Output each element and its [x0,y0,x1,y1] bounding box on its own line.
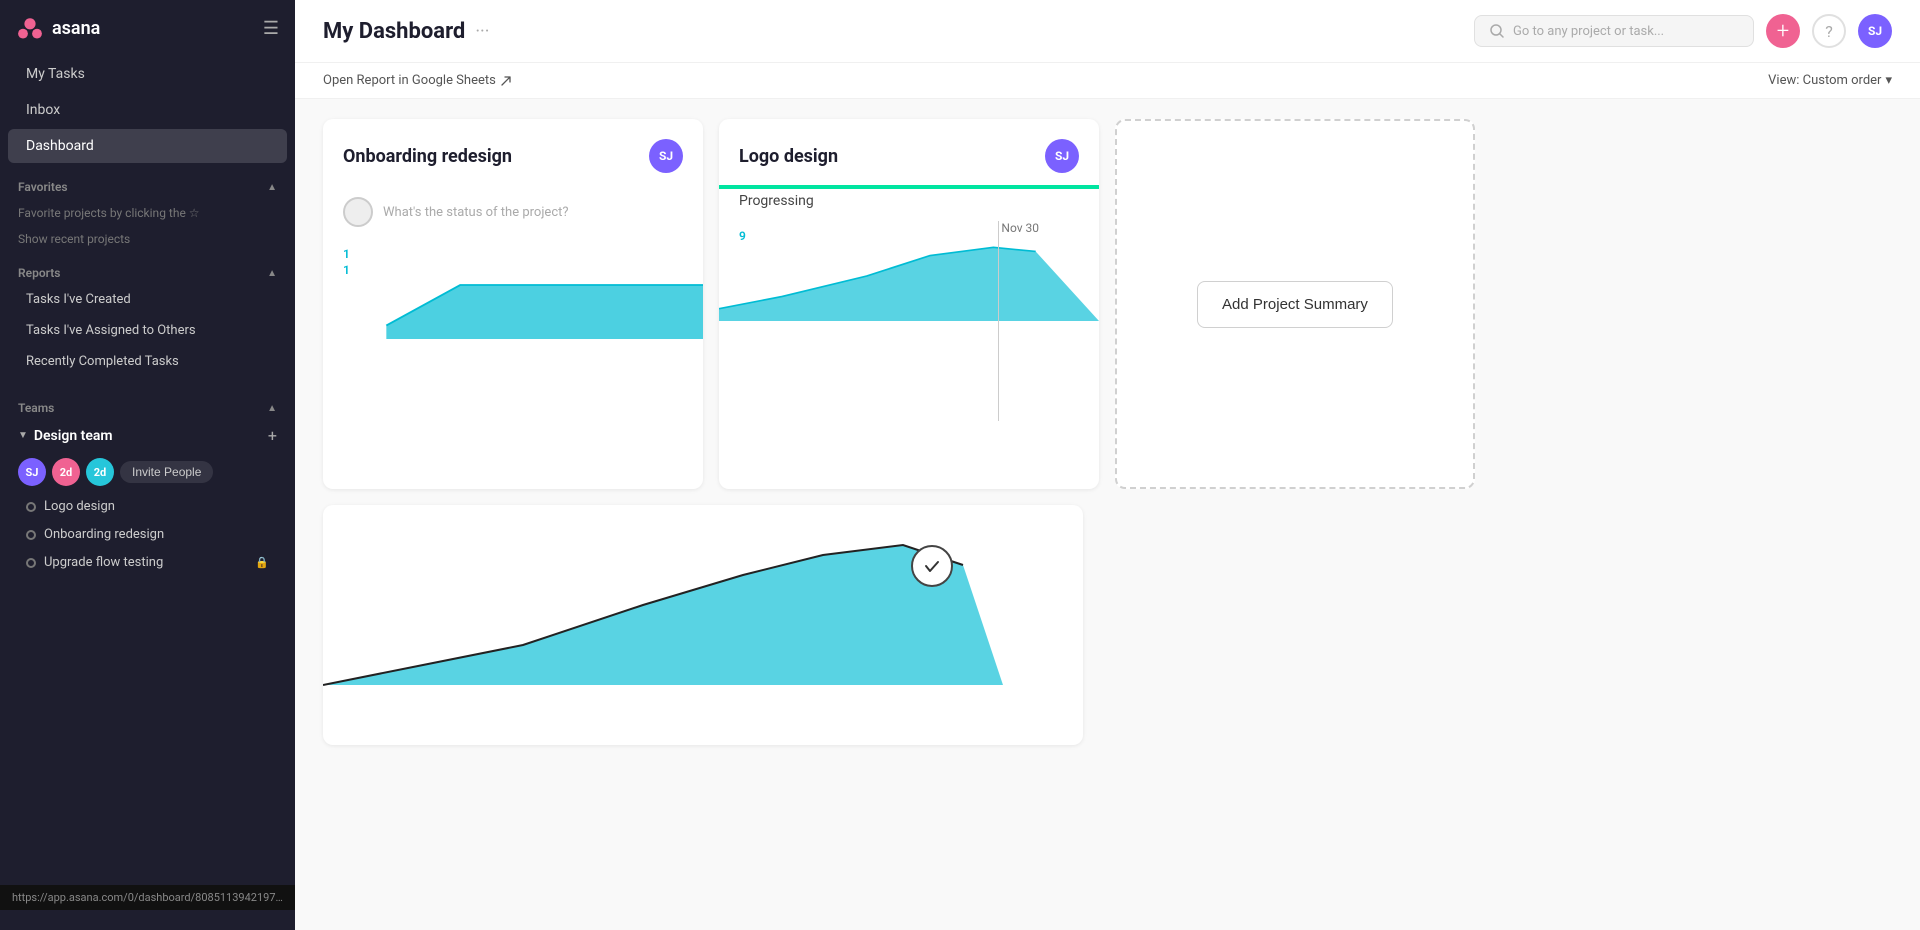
design-team-label: Design team [34,428,113,444]
reports-toggle-icon[interactable]: ▲ [267,268,277,279]
project-dot-upgrade-flow [26,558,36,568]
onboarding-chart-numbers: 1 1 [343,247,350,277]
dashboard-label: Dashboard [26,138,94,154]
sidebar-header: asana ☰ [0,0,295,56]
logo-design-chart-numbers: 9 [739,229,746,243]
avatar-sj: SJ [18,458,46,486]
favorites-toggle-icon[interactable]: ▲ [267,182,277,193]
logo-design-label: Logo design [44,499,115,514]
logo-design-card-avatar[interactable]: SJ [1045,139,1079,173]
onboarding-card-title: Onboarding redesign [343,146,512,167]
sidebar-item-my-tasks[interactable]: My Tasks [8,57,287,91]
status-circle [343,197,373,227]
status-bar: https://app.asana.com/0/dashboard/808511… [0,885,295,910]
onboarding-card: Onboarding redesign SJ What's the status… [323,119,703,489]
avatar-2d-1: 2d [52,458,80,486]
lock-icon: 🔒 [255,556,269,569]
design-team-left: ▼ Design team [18,428,113,444]
cards-row-2 [323,505,1892,745]
asana-logo-icon [16,14,44,42]
onboarding-card-avatar[interactable]: SJ [649,139,683,173]
recently-completed-label: Recently Completed Tasks [26,354,179,369]
onboarding-card-header: Onboarding redesign SJ [323,119,703,185]
logo-design-card-title: Logo design [739,146,838,167]
checkmark-icon [922,556,942,576]
tasks-created-label: Tasks I've Created [26,292,131,307]
cards-row: Onboarding redesign SJ What's the status… [323,119,1892,489]
chart-num-1: 1 [343,247,350,261]
view-order-button[interactable]: View: Custom order ▾ [1768,73,1892,88]
onboarding-status-placeholder: What's the status of the project? [383,205,569,220]
show-recent-projects-link[interactable]: Show recent projects [0,228,295,250]
search-placeholder: Go to any project or task... [1513,24,1664,39]
logo-design-card: Logo design SJ Progressing Nov 30 9 [719,119,1099,489]
favorites-hint: Favorite projects by clicking the ☆ [0,198,295,228]
search-icon [1489,23,1505,39]
help-button[interactable]: ? [1812,14,1846,48]
asana-logo[interactable]: asana [16,14,100,42]
sidebar-project-onboarding[interactable]: Onboarding redesign [8,521,287,548]
logo-design-card-header: Logo design SJ [719,119,1099,185]
avatar-2d-2: 2d [86,458,114,486]
onboarding-label: Onboarding redesign [44,527,164,542]
dashboard-area: Onboarding redesign SJ What's the status… [295,99,1920,930]
onboarding-chart-svg [323,249,703,339]
collapse-sidebar-icon[interactable]: ☰ [263,18,279,39]
wide-chart-card [323,505,1083,745]
sidebar-item-tasks-assigned[interactable]: Tasks I've Assigned to Others [8,316,287,345]
chart-num-9: 9 [739,229,746,243]
add-project-summary-button[interactable]: Add Project Summary [1197,281,1393,328]
header-right: Go to any project or task... + ? SJ [1474,14,1892,48]
main-title-row: My Dashboard ··· [323,19,489,44]
main-header: My Dashboard ··· Go to any project or ta… [295,0,1920,63]
chevron-down-icon: ▾ [1885,73,1892,88]
sidebar-item-inbox[interactable]: Inbox [8,93,287,127]
add-to-design-team-icon[interactable]: + [268,426,277,445]
external-link-icon [500,75,512,87]
teams-toggle-icon[interactable]: ▲ [267,403,277,414]
main-content: My Dashboard ··· Go to any project or ta… [295,0,1920,930]
wide-chart-svg [323,505,1083,705]
sub-header: Open Report in Google Sheets View: Custo… [295,63,1920,99]
sidebar-project-logo-design[interactable]: Logo design [8,493,287,520]
onboarding-status-input[interactable]: What's the status of the project? [323,185,703,239]
add-button[interactable]: + [1766,14,1800,48]
teams-label: Teams [18,401,54,415]
sidebar-item-recently-completed[interactable]: Recently Completed Tasks [8,347,287,376]
user-avatar-header[interactable]: SJ [1858,14,1892,48]
design-team-row[interactable]: ▼ Design team + [0,419,295,452]
sidebar-item-dashboard[interactable]: Dashboard [8,129,287,163]
upgrade-flow-label: Upgrade flow testing [44,555,163,570]
inbox-label: Inbox [26,102,60,118]
chart-num-2: 1 [343,263,350,277]
project-dot-onboarding [26,530,36,540]
sidebar-project-upgrade-flow[interactable]: Upgrade flow testing 🔒 [8,549,287,576]
search-bar[interactable]: Go to any project or task... [1474,15,1754,47]
nov30-label: Nov 30 [1001,221,1039,235]
project-dot-logo-design [26,502,36,512]
reports-label: Reports [18,266,60,280]
favorites-section-header: Favorites ▲ [0,172,295,198]
nov30-line [998,221,999,421]
favorites-label: Favorites [18,180,68,194]
design-team-chevron-icon: ▼ [18,430,28,441]
logo-design-status-text: Progressing [719,189,1099,221]
teams-section-header: Teams ▲ [0,393,295,419]
logo-design-chart-svg [719,231,1099,321]
team-members-row: SJ 2d 2d Invite People [0,452,295,492]
asana-logo-text: asana [52,18,100,39]
teams-section: Teams ▲ ▼ Design team + SJ 2d 2d Invite … [0,385,295,577]
sidebar: asana ☰ My Tasks Inbox Dashboard Favorit… [0,0,295,930]
invite-people-button[interactable]: Invite People [120,461,213,483]
add-summary-card: Add Project Summary [1115,119,1475,489]
sidebar-item-tasks-created[interactable]: Tasks I've Created [8,285,287,314]
my-tasks-label: My Tasks [26,66,85,82]
tasks-assigned-label: Tasks I've Assigned to Others [26,323,196,338]
open-report-link[interactable]: Open Report in Google Sheets [323,73,512,88]
page-title: My Dashboard [323,19,465,44]
reports-section-header: Reports ▲ [0,258,295,284]
checkmark-circle [911,545,953,587]
more-options-icon[interactable]: ··· [475,21,489,42]
